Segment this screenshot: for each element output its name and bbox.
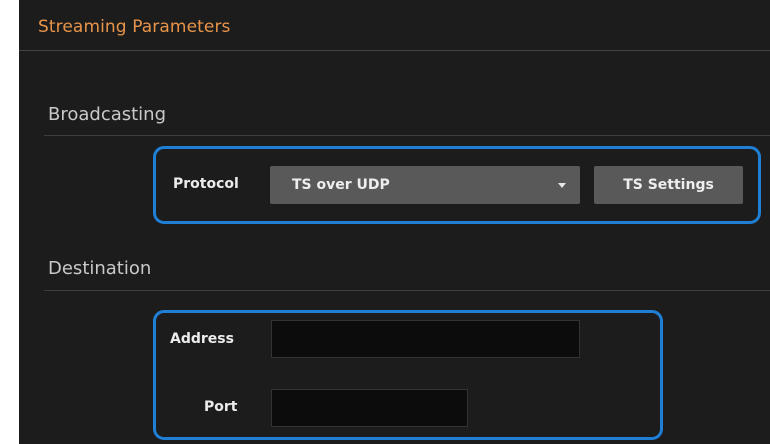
title-divider: [19, 50, 770, 51]
chevron-down-icon: [558, 183, 566, 188]
destination-heading: Destination: [48, 258, 152, 279]
ts-settings-button[interactable]: TS Settings: [594, 166, 743, 204]
protocol-select[interactable]: TS over UDP: [270, 166, 580, 204]
panel-title: Streaming Parameters: [38, 17, 231, 37]
broadcasting-heading: Broadcasting: [48, 104, 167, 125]
protocol-label: Protocol: [173, 176, 239, 192]
destination-divider: [44, 290, 770, 291]
port-input[interactable]: [271, 389, 468, 427]
broadcasting-divider: [44, 135, 770, 136]
address-input[interactable]: [271, 320, 580, 358]
protocol-select-value: TS over UDP: [292, 177, 390, 193]
port-label: Port: [204, 399, 238, 415]
page-margin: [0, 0, 19, 444]
address-label: Address: [170, 331, 234, 347]
